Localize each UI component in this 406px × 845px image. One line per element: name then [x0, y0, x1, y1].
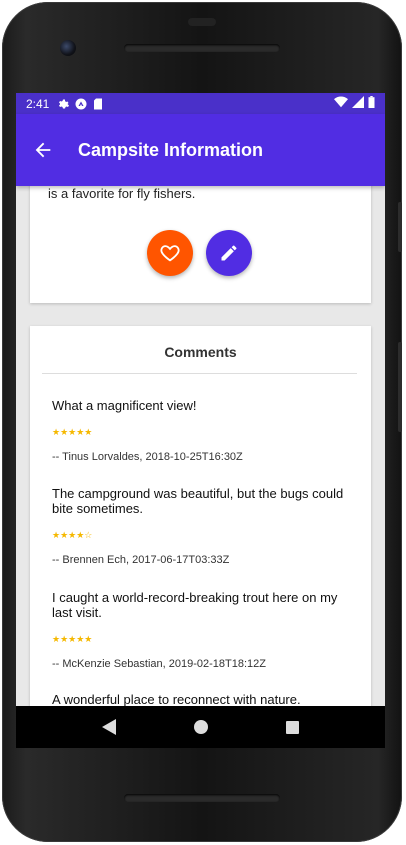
favorite-button[interactable] — [147, 230, 193, 276]
home-circle-icon[interactable] — [194, 720, 208, 734]
app-bar: Campsite Information — [16, 114, 385, 186]
back-triangle-icon[interactable] — [102, 719, 116, 735]
comment-author: -- McKenzie Sebastian, 2019-02-18T18:12Z — [52, 658, 267, 670]
campsite-card: is a favorite for fly fishers. — [30, 186, 371, 303]
earpiece — [188, 18, 216, 26]
volume-button — [398, 202, 402, 252]
comment-item: What a magnificent view! ★★★★★ -- Tinus … — [52, 398, 352, 463]
arrow-left-icon[interactable] — [32, 139, 54, 161]
comment-rating: ★★★★☆ — [52, 530, 93, 540]
top-speaker — [124, 44, 280, 52]
status-bar: 2:41 — [16, 93, 385, 114]
comment-author: -- Tinus Lorvaldes, 2018-10-25T16:30Z — [52, 451, 243, 463]
comment-rating: ★★★★★ — [52, 634, 93, 644]
comment-text: The campground was beautiful, but the bu… — [52, 486, 344, 516]
scroll-content[interactable]: is a favorite for fly fishers. Comments … — [16, 186, 385, 706]
power-button — [398, 342, 402, 432]
comments-card: Comments What a magnificent view! ★★★★★ … — [30, 326, 371, 706]
comment-text: What a magnificent view! — [52, 398, 197, 413]
sd-card-icon — [94, 98, 103, 109]
battery-icon — [368, 96, 375, 108]
comment-author: -- Brennen Ech, 2017-06-17T03:33Z — [52, 554, 230, 566]
status-time: 2:41 — [26, 96, 50, 111]
divider — [42, 373, 357, 374]
recents-square-icon[interactable] — [286, 720, 299, 734]
gear-icon — [59, 99, 70, 108]
signal-icon — [352, 96, 364, 108]
comment-rating: ★★★★★ — [52, 427, 93, 437]
page-title: Campsite Information — [78, 139, 264, 160]
comments-heading: Comments — [164, 344, 237, 360]
wifi-icon — [334, 96, 348, 108]
comment-item: The campground was beautiful, but the bu… — [52, 486, 352, 566]
bottom-speaker — [124, 794, 280, 802]
screen: 2:41 Campsite Information is a favorite … — [16, 93, 385, 706]
android-icon — [75, 98, 87, 109]
edit-button[interactable] — [206, 230, 252, 276]
comment-text: I caught a world-record-breaking trout h… — [52, 590, 338, 620]
comment-text: A wonderful place to reconnect with natu… — [52, 692, 301, 706]
pencil-icon — [221, 245, 237, 261]
comment-item: I caught a world-record-breaking trout h… — [52, 590, 352, 670]
comment-item: A wonderful place to reconnect with natu… — [52, 692, 352, 706]
heart-outline-icon — [160, 245, 180, 262]
system-nav-bar — [16, 706, 385, 748]
front-camera — [60, 40, 76, 56]
campsite-description: is a favorite for fly fishers. — [48, 186, 196, 201]
